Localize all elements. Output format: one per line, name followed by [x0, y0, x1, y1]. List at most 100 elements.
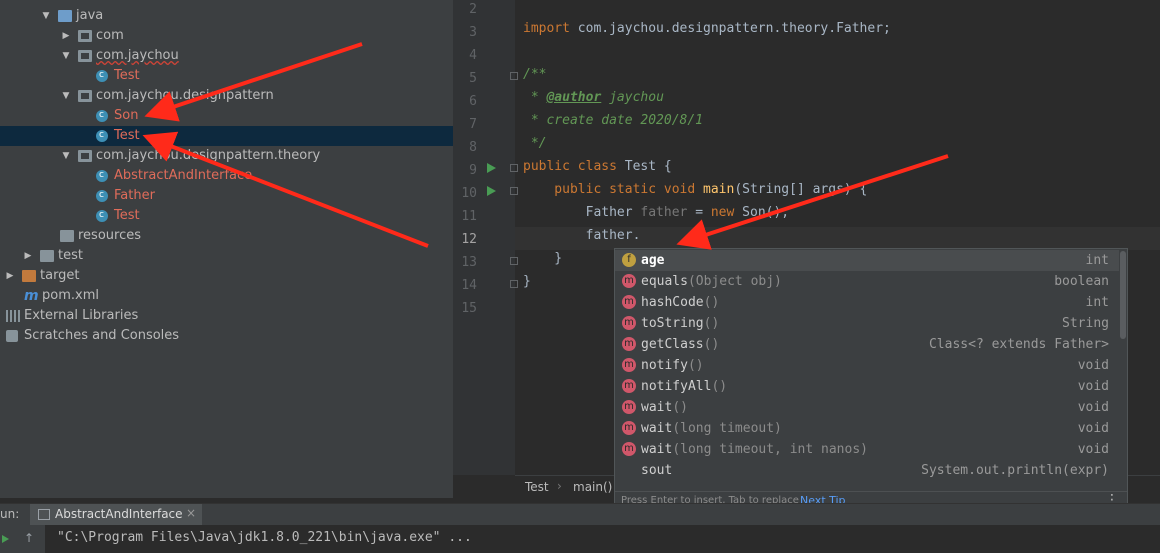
completion-item[interactable]: f age int — [615, 250, 1119, 271]
console-toolbar: ↑ — [0, 525, 45, 553]
line-number: 13 — [461, 255, 477, 270]
line-number: 8 — [469, 140, 477, 155]
tree-item-label: pom.xml — [42, 288, 99, 303]
run-tool-bar: un: AbstractAndInterface × — [0, 503, 1160, 526]
run-gutter-icon[interactable] — [487, 186, 496, 196]
tree-item-label: test — [58, 248, 83, 263]
method-icon: m — [622, 337, 636, 351]
scratches-icon — [6, 330, 18, 342]
chevron-right-icon[interactable]: ▶ — [22, 246, 34, 266]
method-icon: m — [622, 316, 636, 330]
tree-item[interactable]: ▼ com.jaychou.designpattern — [0, 86, 453, 106]
chevron-down-icon[interactable]: ▼ — [40, 6, 52, 26]
fold-marker-icon[interactable] — [510, 164, 518, 172]
code-line-11[interactable]: Father father = new Son(); — [523, 201, 790, 224]
code-line-14[interactable]: } — [523, 270, 531, 293]
completion-item-name: hashCode() — [641, 295, 720, 310]
completion-item-name: toString() — [641, 316, 720, 331]
code-line-5[interactable]: /** — [523, 63, 546, 86]
tree-item[interactable]: Scratches and Consoles — [0, 326, 453, 346]
completion-item-name: age — [641, 253, 665, 268]
breadcrumb-method[interactable]: main() — [573, 480, 612, 494]
completion-item-name: getClass() — [641, 337, 720, 352]
java-folder-icon — [58, 10, 72, 22]
tree-item-label: Test — [114, 68, 140, 83]
project-panel: ▼ java ▶ com ▼ com.jaychou Test ▼ com.jaychou.de… — [0, 0, 453, 498]
tree-item[interactable]: ▼ com.jaychou — [0, 46, 453, 66]
completion-item[interactable]: m notify() void — [615, 355, 1119, 376]
tree-item-label: com.jaychou — [96, 48, 179, 63]
code-line-6[interactable]: * @author jaychou — [523, 86, 664, 109]
method-icon: m — [622, 442, 636, 456]
fold-marker-icon[interactable] — [510, 187, 518, 195]
completion-item-type: boolean — [1054, 274, 1109, 289]
tree-item[interactable]: AbstractAndInterface — [0, 165, 453, 186]
run-gutter-icon[interactable] — [487, 163, 496, 173]
fold-marker-icon[interactable] — [510, 257, 518, 265]
completion-item[interactable]: m toString() String — [615, 313, 1119, 334]
code-line-13[interactable]: } — [523, 247, 562, 270]
chevron-down-icon[interactable]: ▼ — [60, 146, 72, 166]
completion-item[interactable]: m getClass() Class<? extends Father> — [615, 334, 1119, 355]
run-console[interactable]: ↑ "C:\Program Files\Java\jdk1.8.0_221\bi… — [0, 525, 1160, 553]
completion-item[interactable]: m notifyAll() void — [615, 376, 1119, 397]
tree-item[interactable]: Test — [0, 205, 453, 226]
line-number: 4 — [469, 48, 477, 63]
tree-item-label: com.jaychou.designpattern — [96, 88, 274, 103]
tree-item[interactable]: ▼ com.jaychou.designpattern.theory — [0, 146, 453, 166]
fold-marker-icon[interactable] — [510, 72, 518, 80]
tree-item[interactable]: Test — [0, 125, 453, 146]
code-line-8[interactable]: */ — [523, 132, 547, 155]
completion-item-name: wait(long timeout, int nanos) — [641, 442, 868, 457]
tree-item-label: target — [40, 268, 80, 283]
code-line-10[interactable]: public static void main(String[] args) { — [523, 178, 867, 201]
line-number: 7 — [469, 117, 477, 132]
console-icon — [38, 509, 50, 520]
class-icon — [96, 165, 108, 185]
tree-item[interactable]: ▶ com — [0, 26, 453, 46]
tree-item[interactable]: ▼ java — [0, 6, 453, 26]
run-tab-abstractandinterface[interactable]: AbstractAndInterface × — [30, 504, 202, 526]
completion-item[interactable]: m wait(long timeout, int nanos) void — [615, 439, 1119, 460]
completion-item-type: int — [1085, 295, 1109, 310]
tree-item[interactable]: ▶ target — [0, 266, 453, 286]
completion-item[interactable]: m hashCode() int — [615, 292, 1119, 313]
tree-item[interactable]: Son — [0, 105, 453, 126]
chevron-down-icon[interactable]: ▼ — [60, 46, 72, 66]
run-tab-label: AbstractAndInterface — [55, 507, 183, 521]
chevron-right-icon[interactable]: ▶ — [60, 26, 72, 46]
completion-scrollbar[interactable] — [1119, 249, 1127, 494]
completion-item[interactable]: sout System.out.println(expr) — [615, 460, 1119, 481]
tree-item-label: Test — [114, 208, 140, 223]
code-line-9[interactable]: public class Test { — [523, 155, 672, 178]
tree-item[interactable]: ▶ test — [0, 246, 453, 266]
breadcrumb-class[interactable]: Test — [525, 480, 549, 494]
completion-item[interactable]: m equals(Object obj) boolean — [615, 271, 1119, 292]
folder-icon — [40, 250, 54, 262]
close-icon[interactable]: × — [186, 506, 196, 520]
completion-scroll-thumb[interactable] — [1120, 251, 1126, 339]
run-label: un: — [0, 507, 20, 521]
completion-item[interactable]: m wait() void — [615, 397, 1119, 418]
chevron-right-icon[interactable]: ▶ — [4, 266, 16, 286]
tree-item[interactable]: Father — [0, 185, 453, 206]
completion-item-type: void — [1077, 442, 1109, 457]
completion-item-type: System.out.println(expr) — [921, 463, 1109, 478]
completion-item[interactable]: m wait(long timeout) void — [615, 418, 1119, 439]
tree-item[interactable]: Test — [0, 65, 453, 86]
package-icon — [78, 90, 92, 102]
package-icon — [78, 150, 92, 162]
code-line-12[interactable]: father. — [523, 224, 641, 247]
tree-item-label: com.jaychou.designpattern.theory — [96, 148, 321, 163]
rerun-icon[interactable] — [2, 535, 9, 543]
tree-item[interactable]: External Libraries — [0, 306, 453, 326]
code-line-7[interactable]: * create date 2020/8/1 — [523, 109, 703, 132]
tree-item-label: External Libraries — [24, 308, 139, 323]
chevron-down-icon[interactable]: ▼ — [60, 86, 72, 106]
tree-item[interactable]: resources — [0, 226, 453, 246]
fold-marker-icon[interactable] — [510, 280, 518, 288]
arrow-up-icon[interactable]: ↑ — [24, 531, 34, 545]
tree-item[interactable]: m pom.xml — [0, 286, 453, 306]
method-icon: m — [622, 421, 636, 435]
code-line-3[interactable]: import com.jaychou.designpattern.theory.… — [523, 17, 891, 40]
